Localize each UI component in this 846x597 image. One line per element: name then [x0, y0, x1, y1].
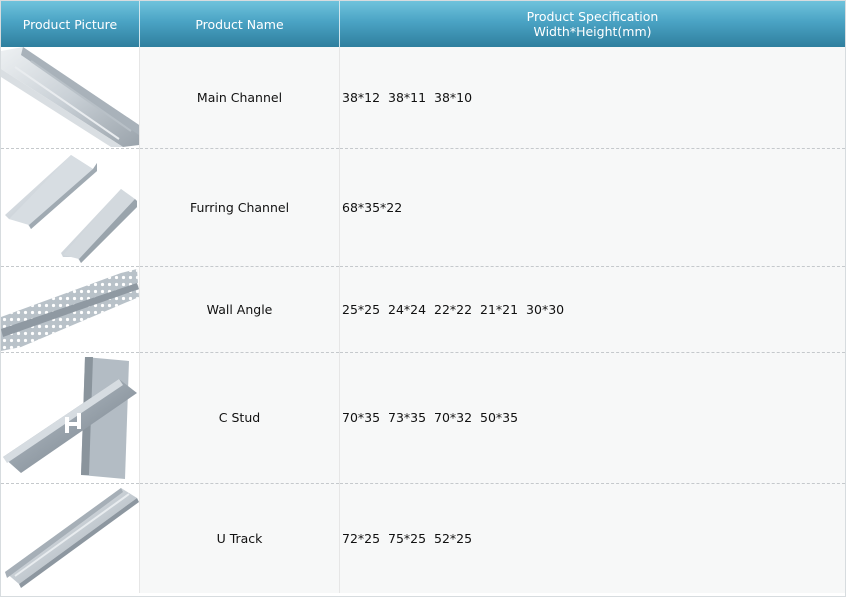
header-product-name: Product Name	[139, 1, 340, 47]
product-picture-cell	[1, 47, 140, 149]
table-row: Wall Angle 25*25 24*24 22*22 21*21 30*30	[1, 266, 845, 353]
header-sublabel: Width*Height(mm)	[533, 24, 652, 39]
table-row: C Stud 70*35 73*35 70*32 50*35	[1, 352, 845, 484]
product-picture-cell	[1, 148, 140, 267]
table-header-row: Product Picture Product Name Product Spe…	[1, 1, 845, 47]
wall-angle-photo	[1, 268, 139, 351]
header-label: Product Specification	[526, 9, 659, 24]
product-name-cell: Furring Channel	[139, 148, 340, 267]
product-spec-cell: 38*12 38*11 38*10	[339, 47, 845, 149]
product-table: Product Picture Product Name Product Spe…	[1, 1, 845, 593]
product-name-cell: U Track	[139, 483, 340, 593]
c-stud-photo	[3, 356, 137, 479]
product-picture-cell	[1, 483, 140, 593]
product-name-cell: Wall Angle	[139, 266, 340, 353]
product-spec-cell: 70*35 73*35 70*32 50*35	[339, 352, 845, 484]
furring-channel-photo	[5, 154, 137, 263]
header-label: Product Name	[195, 16, 284, 32]
table-row: Main Channel 38*12 38*11 38*10	[1, 47, 845, 149]
product-picture-cell	[1, 352, 140, 484]
product-name-cell: C Stud	[139, 352, 340, 484]
u-track-photo	[5, 487, 139, 588]
main-channel-photo	[1, 47, 139, 148]
product-spec-cell: 72*25 75*25 52*25	[339, 483, 845, 593]
table-row: Furring Channel 68*35*22	[1, 148, 845, 267]
table-row: U Track 72*25 75*25 52*25	[1, 483, 845, 593]
header-product-specification: Product Specification Width*Height(mm)	[339, 1, 845, 47]
product-table-container: Product Picture Product Name Product Spe…	[0, 0, 846, 597]
header-label: Product Picture	[22, 16, 118, 32]
product-spec-cell: 25*25 24*24 22*22 21*21 30*30	[339, 266, 845, 353]
header-product-picture: Product Picture	[1, 1, 140, 47]
product-name-cell: Main Channel	[139, 47, 340, 149]
product-picture-cell	[1, 266, 140, 353]
product-spec-cell: 68*35*22	[339, 148, 845, 267]
